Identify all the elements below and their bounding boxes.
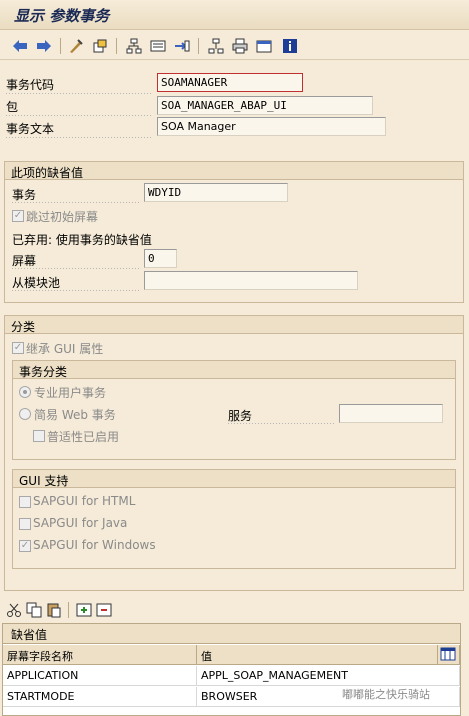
window-title: 显示 参数事务 [14, 7, 110, 25]
classification-group-title: 分类 [5, 316, 463, 334]
tcode-field[interactable]: SOAMANAGER [157, 73, 303, 92]
tx-text-field[interactable]: SOA Manager [157, 117, 386, 136]
module-pool-underline [12, 290, 140, 291]
info-icon[interactable] [280, 36, 300, 56]
obsolete-text: 已弃用: 使用事务的缺省值 [12, 233, 152, 247]
screen-label: 屏幕 [12, 254, 37, 268]
gui-java-checkbox[interactable] [19, 518, 31, 530]
pervasive-label: 普适性已启用 [47, 430, 120, 444]
toolbar-separator [198, 38, 199, 54]
package-field[interactable]: SOA_MANAGER_ABAP_UI [157, 96, 373, 115]
screen-underline [12, 268, 140, 269]
window-titlebar: 显示 参数事务 [0, 0, 469, 30]
back-arrow-icon[interactable] [10, 36, 30, 56]
navigate-icon[interactable] [172, 36, 192, 56]
tcode-underline [6, 93, 152, 94]
table-settings-icon[interactable] [438, 645, 460, 665]
tx-class-title: 事务分类 [13, 361, 455, 379]
service-field[interactable] [339, 404, 443, 423]
toolbar-separator [60, 38, 61, 54]
table-row-1-value[interactable]: APPL_SOAP_MANAGEMENT [197, 666, 460, 686]
toolbar-separator [68, 602, 69, 618]
display-change-icon[interactable] [66, 36, 86, 56]
professional-label: 专业用户事务 [34, 386, 107, 400]
window-icon[interactable] [254, 36, 274, 56]
easy-web-radio[interactable] [19, 408, 31, 420]
paste-icon[interactable] [44, 600, 64, 620]
copy-icon[interactable] [24, 600, 44, 620]
transaction-field[interactable]: WDYID [144, 183, 288, 202]
other-object-icon[interactable] [90, 36, 110, 56]
tx-text-label: 事务文本 [6, 122, 55, 136]
column-header-value[interactable]: 值 [197, 645, 438, 665]
hierarchy-icon[interactable] [124, 36, 144, 56]
professional-radio[interactable] [19, 386, 31, 398]
application-toolbar [0, 32, 469, 60]
delete-row-icon[interactable] [94, 600, 114, 620]
gui-html-label: SAPGUI for HTML [33, 494, 136, 508]
skip-screen-label: 跳过初始屏幕 [26, 210, 99, 224]
cut-icon[interactable] [4, 600, 24, 620]
object-list-icon[interactable] [206, 36, 226, 56]
defaults-group-title: 此项的缺省值 [5, 162, 463, 180]
gui-java-label: SAPGUI for Java [33, 516, 128, 530]
watermark: 嘟嘟能之快乐骑站 [342, 688, 430, 701]
column-header-field-name[interactable]: 屏幕字段名称 [3, 645, 197, 665]
transaction-underline [12, 202, 140, 203]
gui-windows-checkbox[interactable]: ✓ [19, 540, 31, 552]
tx-text-underline [6, 137, 152, 138]
package-label: 包 [6, 100, 19, 114]
gui-windows-label: SAPGUI for Windows [33, 538, 156, 552]
transaction-label: 事务 [12, 188, 37, 202]
inherit-gui-checkbox[interactable]: ✓ [12, 342, 24, 354]
table-row-1-field[interactable]: APPLICATION [3, 666, 197, 686]
table-row-2-field[interactable]: STARTMODE [3, 687, 197, 707]
where-used-icon[interactable] [148, 36, 168, 56]
service-underline [228, 423, 336, 424]
easy-web-label: 简易 Web 事务 [34, 408, 116, 422]
default-values-table: 缺省值 屏幕字段名称 值 APPLICATION APPL_SOAP_MANAG… [2, 623, 461, 716]
skip-screen-checkbox[interactable]: ✓ [12, 210, 24, 222]
inherit-gui-label: 继承 GUI 属性 [26, 342, 104, 356]
print-icon[interactable] [230, 36, 250, 56]
screen-field[interactable]: 0 [144, 249, 177, 268]
service-label: 服务 [228, 409, 253, 423]
module-pool-field[interactable] [144, 271, 358, 290]
package-underline [6, 115, 152, 116]
toolbar-separator [116, 38, 117, 54]
forward-arrow-icon[interactable] [34, 36, 54, 56]
table-title: 缺省值 [3, 624, 460, 644]
pervasive-checkbox[interactable] [33, 430, 45, 442]
module-pool-label: 从模块池 [12, 276, 61, 290]
insert-row-icon[interactable] [74, 600, 94, 620]
gui-html-checkbox[interactable] [19, 496, 31, 508]
gui-support-title: GUI 支持 [13, 470, 455, 488]
tcode-label: 事务代码 [6, 78, 55, 92]
